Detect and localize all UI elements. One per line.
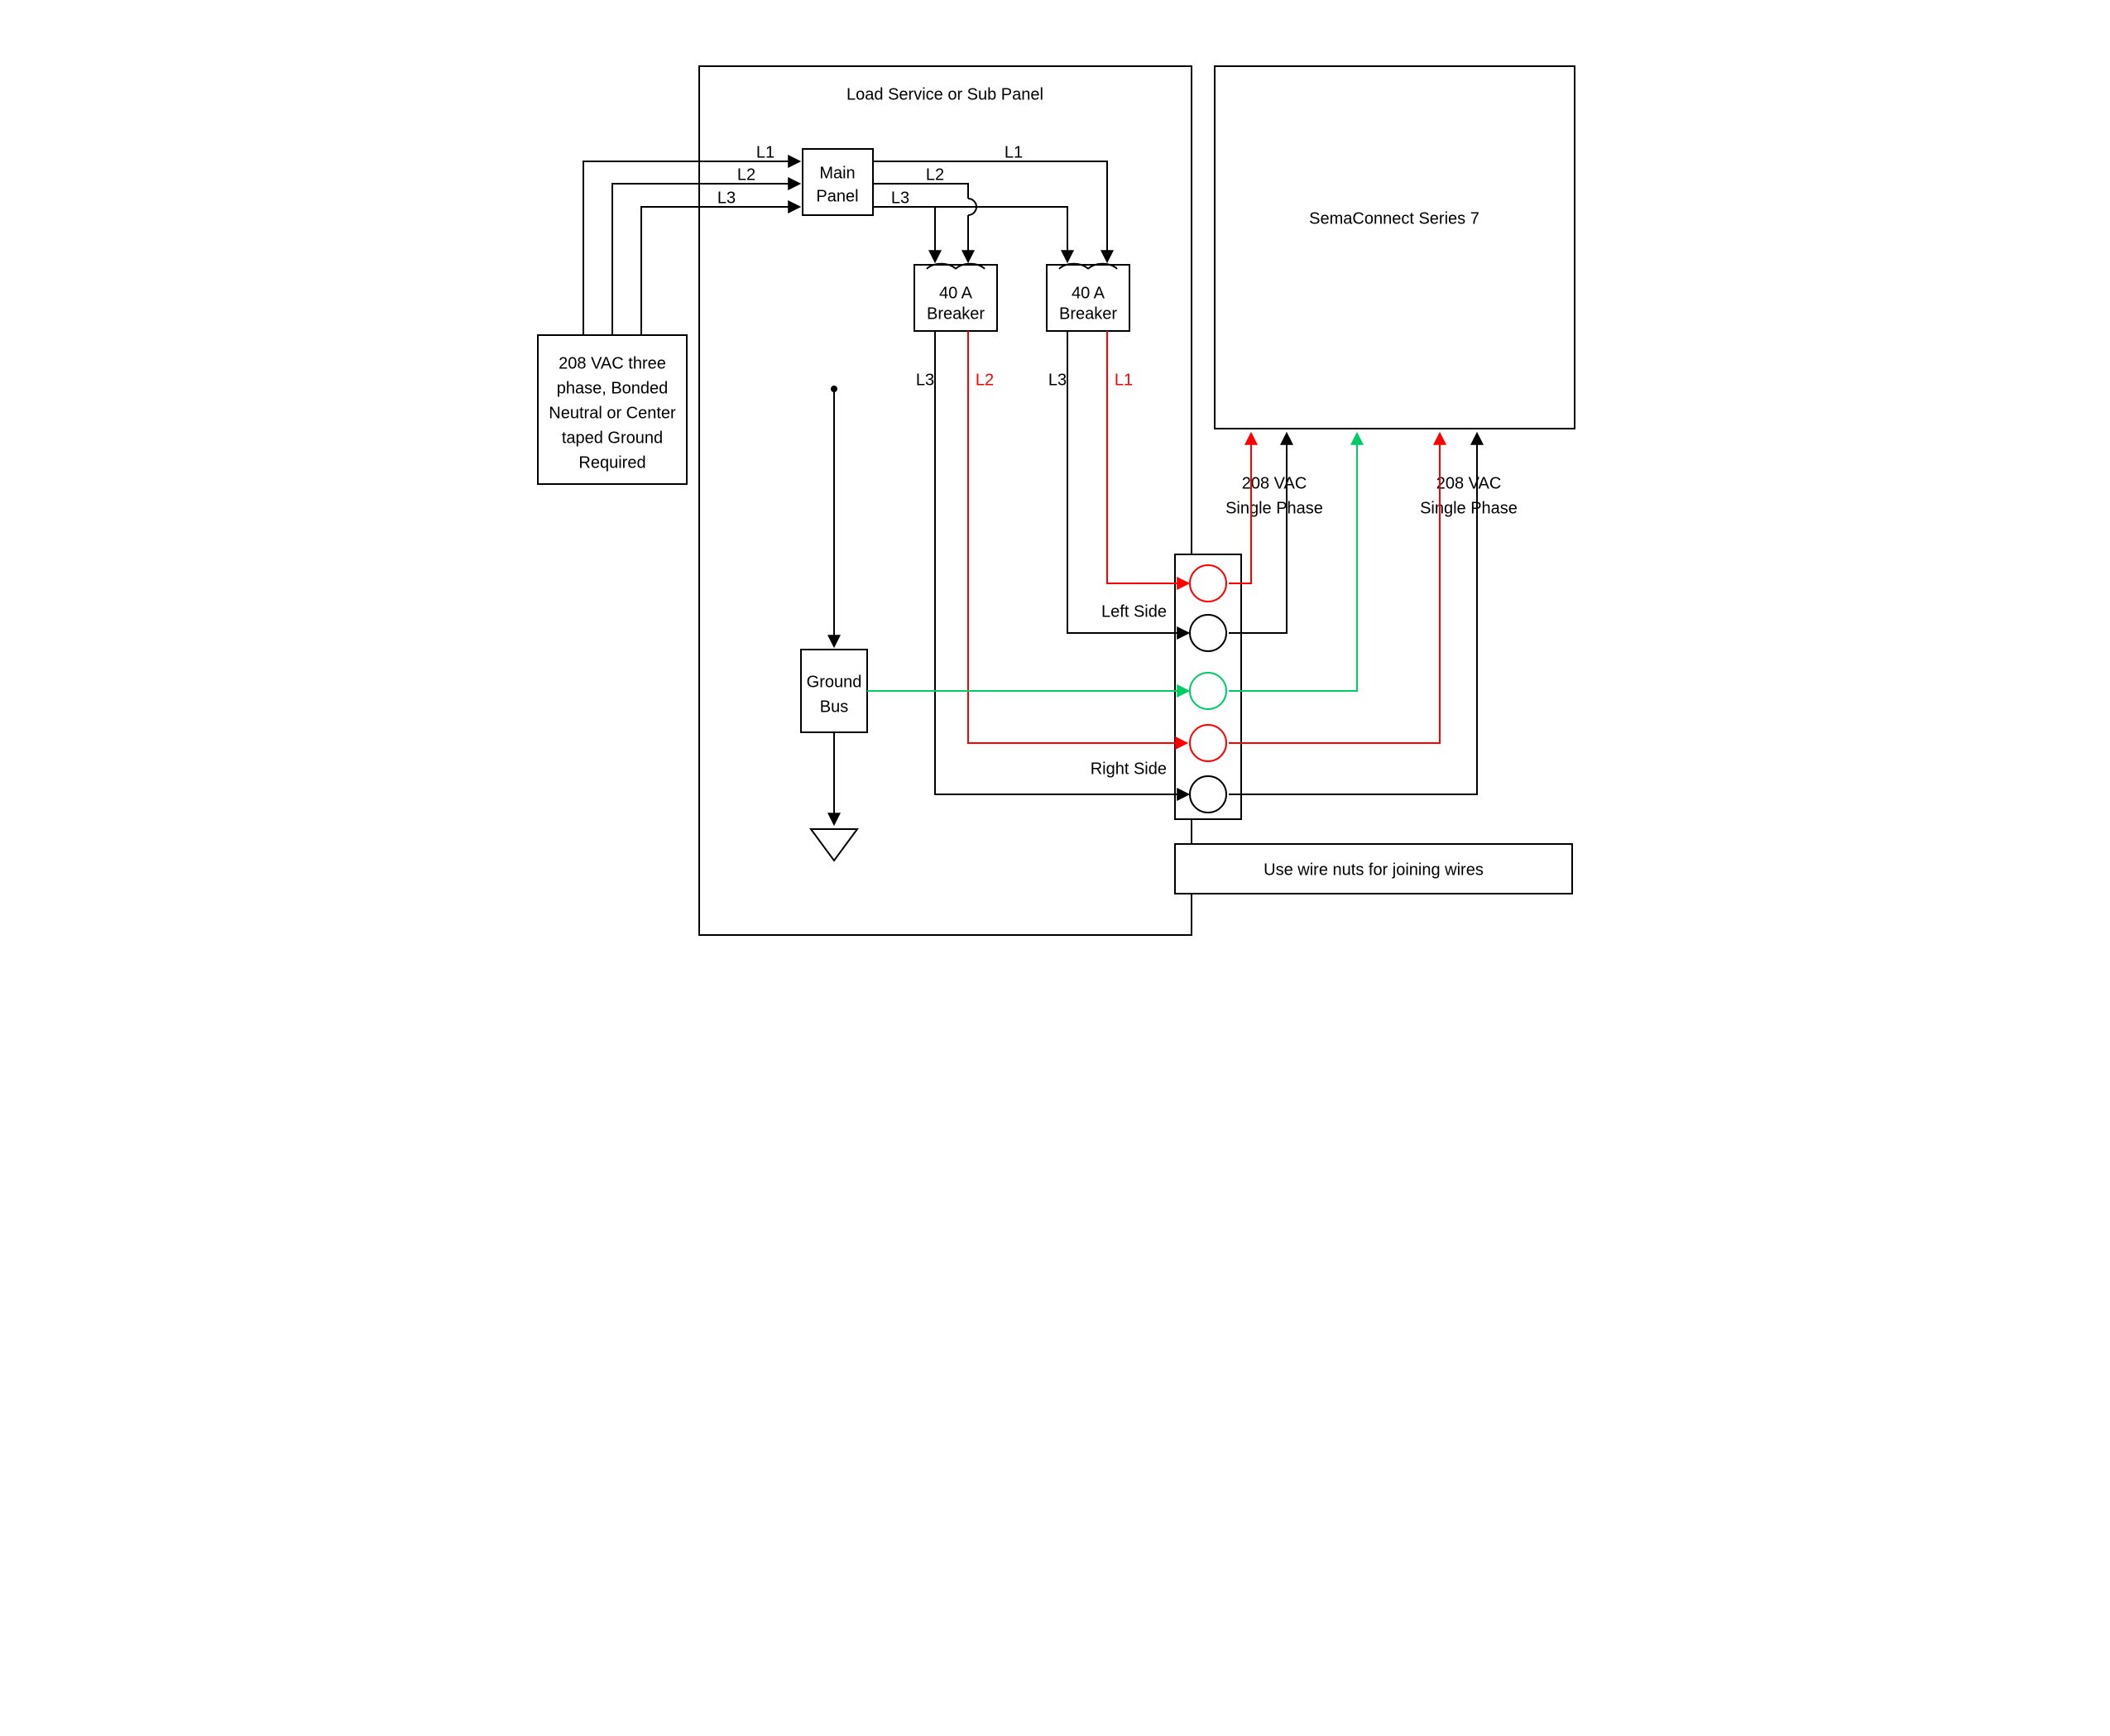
main-panel-l2: Panel <box>816 187 858 205</box>
sub-panel-box <box>699 66 1192 935</box>
mp-l1-label: L1 <box>1005 143 1023 161</box>
src-l2-label: L2 <box>737 165 755 184</box>
phase2-l1: 208 VAC <box>1436 474 1502 492</box>
terminal-2 <box>1190 615 1226 651</box>
wiring-diagram: Load Service or Sub Panel SemaConnect Se… <box>496 33 1614 960</box>
src-l1-label: L1 <box>756 143 774 161</box>
source-l1: 208 VAC three <box>559 354 666 372</box>
b1-l2-label: L2 <box>976 371 994 389</box>
mp-l2-label: L2 <box>926 165 944 184</box>
breaker2-l1: 40 A <box>1072 284 1105 302</box>
breaker1-l2: Breaker <box>927 305 985 323</box>
mp-l3-label: L3 <box>891 189 909 207</box>
left-side-label: Left Side <box>1101 602 1167 621</box>
breaker1-l1: 40 A <box>939 284 973 302</box>
terminal-5 <box>1190 776 1226 813</box>
right-side-label: Right Side <box>1091 760 1167 778</box>
semaconnect-title: SemaConnect Series 7 <box>1309 209 1479 228</box>
source-l5: Required <box>578 453 645 472</box>
sub-panel-title: Load Service or Sub Panel <box>846 85 1043 103</box>
terminal-1 <box>1190 565 1226 602</box>
semaconnect-box <box>1215 66 1575 429</box>
phase2-l2: Single Phase <box>1420 499 1518 517</box>
wire-nuts-note: Use wire nuts for joining wires <box>1264 861 1484 879</box>
ground-bus-l2: Bus <box>820 698 848 716</box>
breaker2-l2: Breaker <box>1059 305 1117 323</box>
source-l4: taped Ground <box>562 429 663 447</box>
b2-l1-label: L1 <box>1115 371 1133 389</box>
b2-l3-label: L3 <box>1048 371 1067 389</box>
phase1-l2: Single Phase <box>1225 499 1323 517</box>
terminal-4 <box>1190 725 1226 761</box>
main-panel-l1: Main <box>819 164 855 182</box>
source-l2: phase, Bonded <box>557 379 669 397</box>
terminal-3 <box>1190 673 1226 709</box>
b1-l3-label: L3 <box>916 371 934 389</box>
t3-wire <box>1229 434 1357 691</box>
ground-bus-l1: Ground <box>807 673 862 691</box>
gb-node <box>831 386 837 392</box>
src-l3-label: L3 <box>717 189 736 207</box>
source-l3: Neutral or Center <box>549 404 676 422</box>
